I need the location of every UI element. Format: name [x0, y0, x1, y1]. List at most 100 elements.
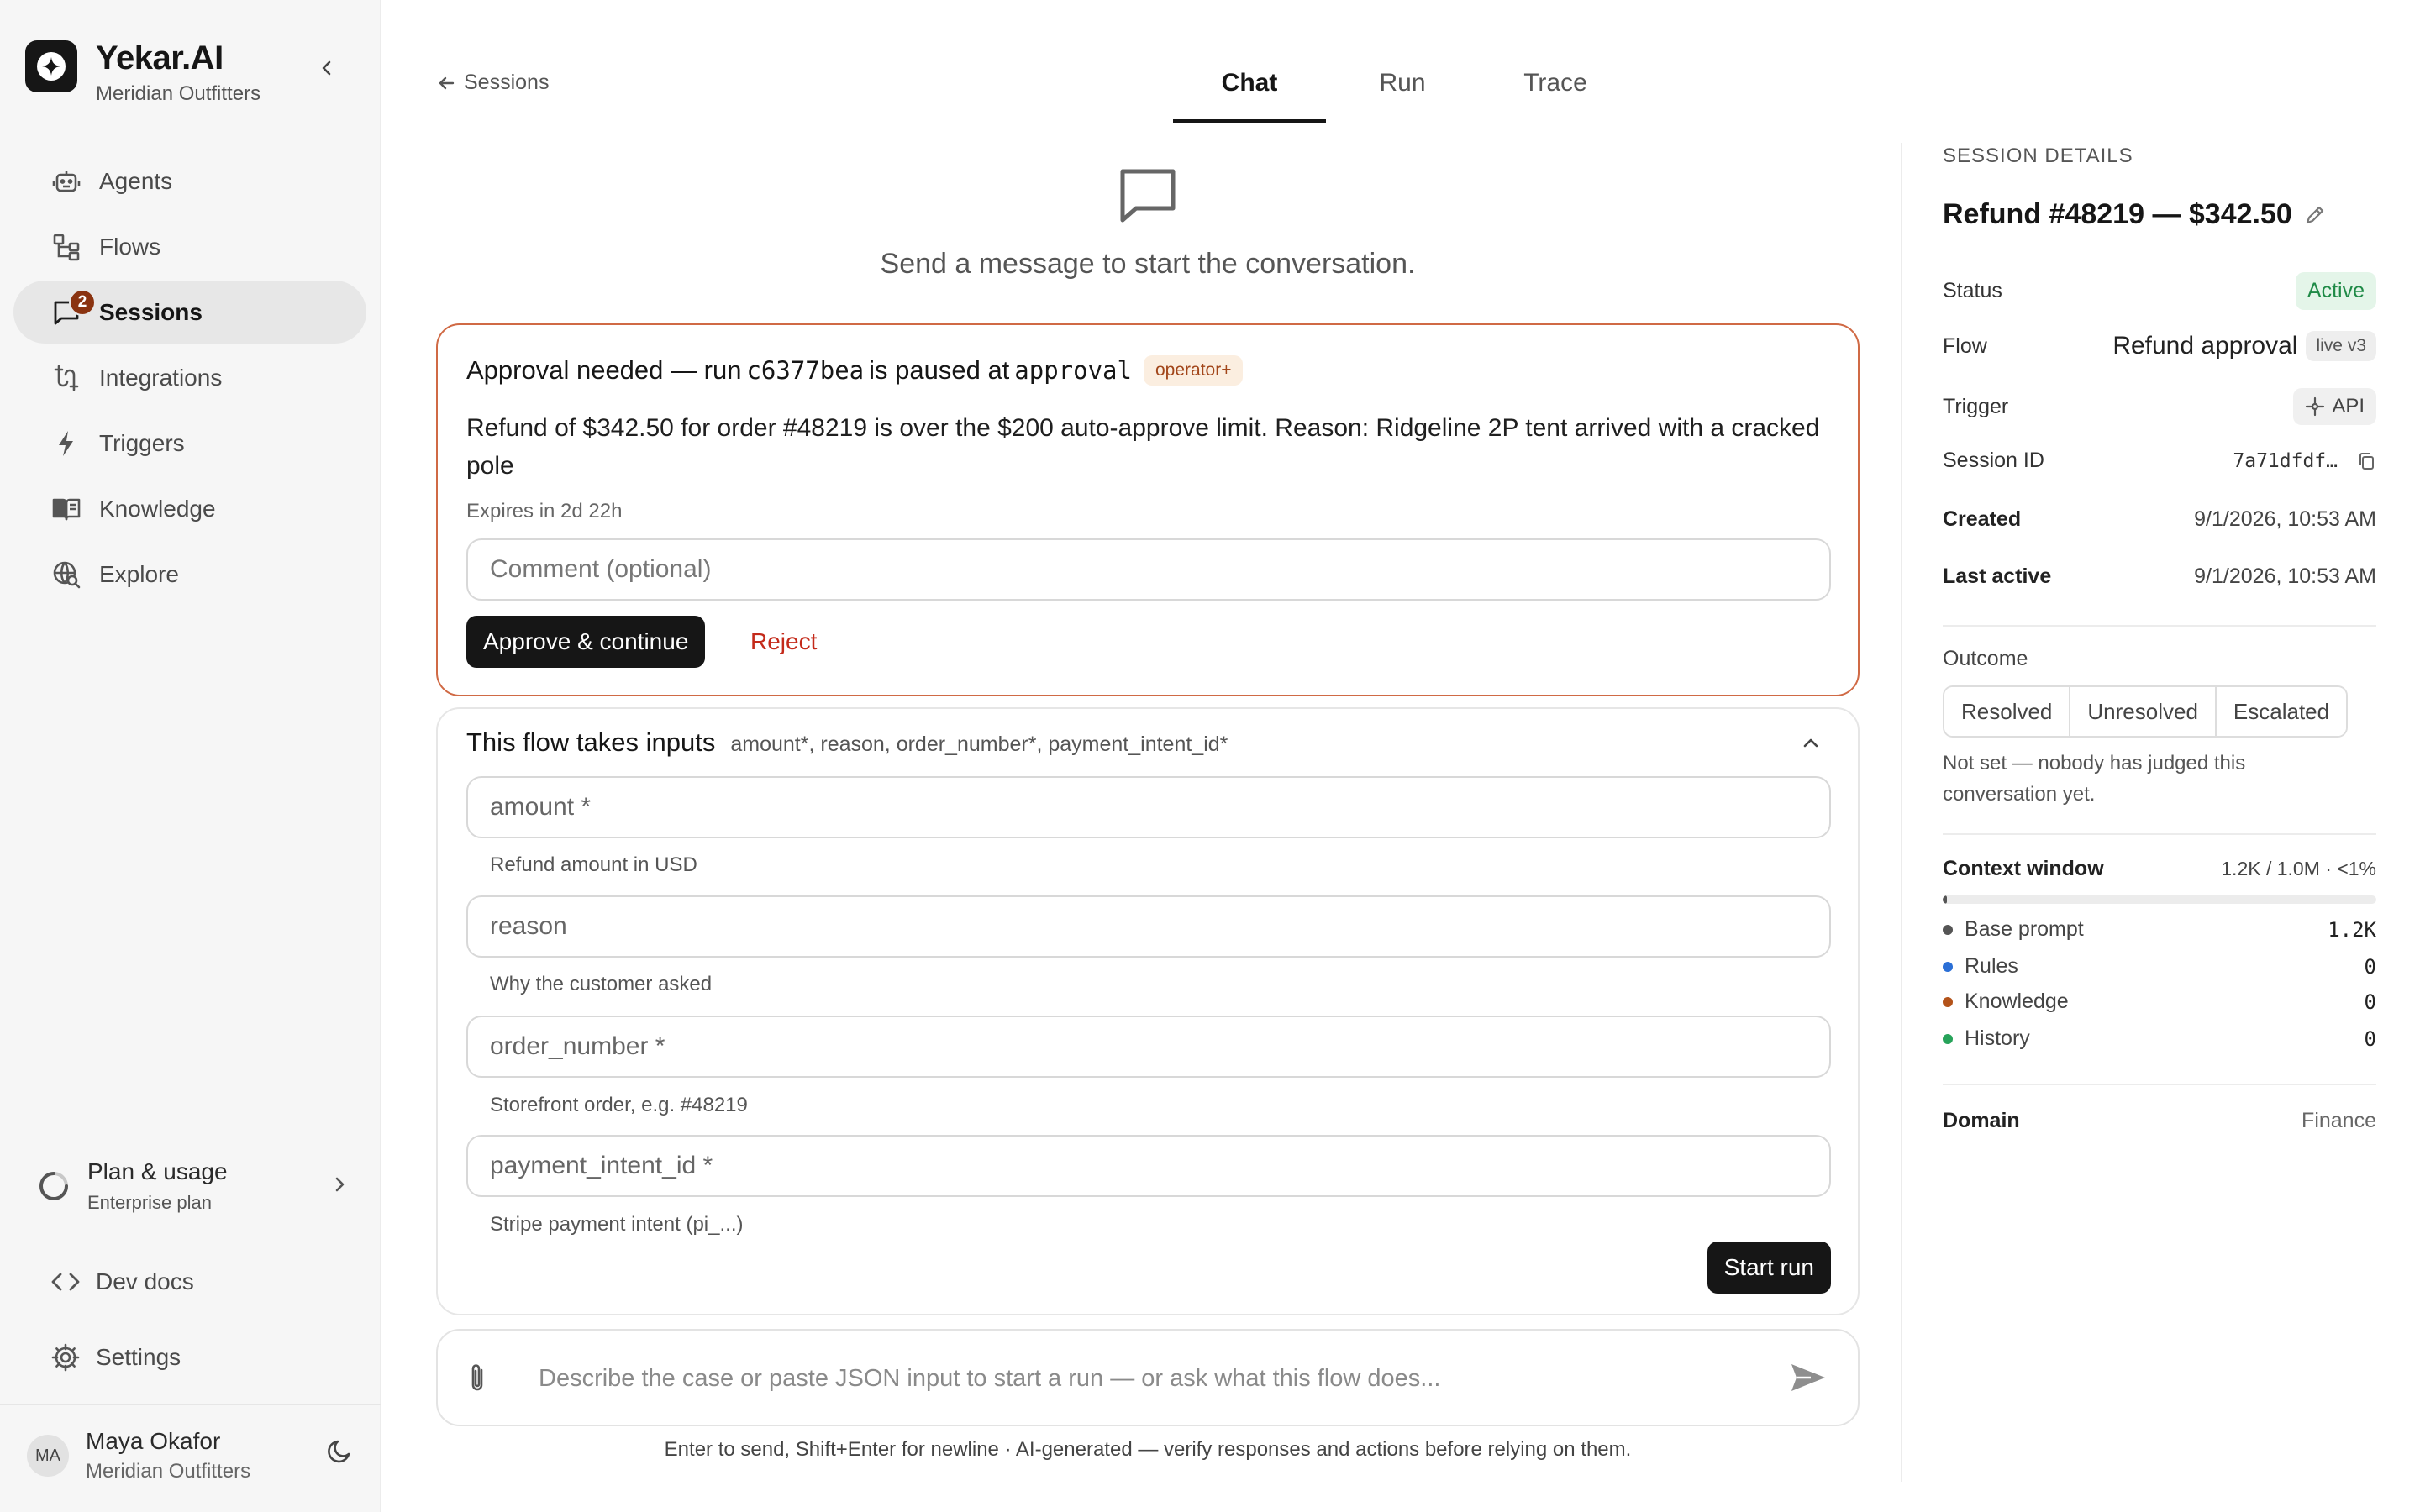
sidebar-item-sessions[interactable]: 2 Sessions [13, 281, 366, 344]
approval-title-mid: is paused at [869, 355, 1010, 385]
flow-name-link[interactable]: Refund approval [2112, 332, 2297, 360]
last-active-label: Last active [1943, 564, 2052, 588]
sidebar-item-explore[interactable]: Explore [13, 543, 366, 606]
role-tag: operator+ [1143, 355, 1244, 386]
inputs-title: This flow takes inputs [466, 727, 716, 757]
chevron-left-icon [322, 60, 331, 76]
settings-label: Settings [96, 1344, 182, 1370]
collapse-sidebar-button[interactable] [313, 54, 341, 82]
comment-input[interactable] [466, 538, 1831, 601]
context-window-usage: 1.2K / 1.0M · <1% [2221, 858, 2376, 879]
inputs-header: This flow takes inputs amount*, reason, … [466, 727, 1228, 758]
tab-trace[interactable]: Trace [1479, 50, 1632, 123]
plan-usage-link[interactable]: Plan & usage Enterprise plan [37, 1152, 348, 1220]
context-item-value: 0 [2364, 954, 2376, 979]
brand-logo [25, 40, 77, 92]
user-name: Maya Okafor [86, 1428, 221, 1454]
sidebar-item-integrations[interactable]: Integrations [13, 346, 366, 409]
outcome-resolved-button[interactable]: Resolved [1944, 687, 2071, 736]
field-hint: Why the customer asked [490, 973, 713, 995]
flow-icon [50, 231, 82, 263]
reject-button[interactable]: Reject [734, 616, 834, 668]
approval-card: Approval needed — run c6377bea is paused… [436, 323, 1860, 696]
sidebar-item-label: Knowledge [99, 495, 216, 522]
api-icon [2306, 396, 2325, 417]
sessions-count-badge: 2 [69, 289, 96, 316]
back-to-sessions-link[interactable]: Sessions [437, 71, 549, 95]
domain-row: Domain Finance [1943, 1109, 2376, 1133]
copy-icon[interactable] [2356, 451, 2376, 471]
globe-search-icon [50, 559, 82, 591]
order-number-field[interactable] [466, 1016, 1831, 1078]
brand-org: Meridian Outfitters [96, 82, 261, 105]
outcome-escalated-button[interactable]: Escalated [2216, 687, 2347, 736]
context-window-bar [1943, 895, 2376, 904]
outcome-selector: Resolved Unresolved Escalated [1943, 685, 2349, 738]
context-item-value: 0 [2364, 1026, 2376, 1051]
legend-dot [1943, 996, 1953, 1007]
plug-icon [50, 362, 82, 394]
user-org: Meridian Outfitters [86, 1460, 251, 1483]
empty-state-text: Send a message to start the conversation… [880, 248, 1416, 280]
sidebar-item-agents[interactable]: Agents [13, 150, 366, 213]
paperclip-icon[interactable] [466, 1362, 488, 1394]
context-item-label: Base prompt [1965, 917, 2084, 941]
approval-title-prefix: Approval needed — run [466, 355, 742, 385]
flow-inputs-panel: This flow takes inputs amount*, reason, … [436, 707, 1860, 1315]
reason-field[interactable] [466, 895, 1831, 958]
view-tabs: Chat Run Trace [1173, 50, 1632, 123]
message-input[interactable] [539, 1349, 1749, 1408]
tab-chat[interactable]: Chat [1173, 50, 1326, 123]
panel-divider [1901, 143, 1902, 1482]
divider [1943, 1084, 2376, 1085]
chevron-up-icon[interactable] [1801, 732, 1821, 753]
legend-dot [1943, 1033, 1953, 1044]
session-title-text: Refund #48219 — $342.50 [1943, 198, 2292, 230]
field-hint: Storefront order, e.g. #48219 [490, 1094, 748, 1116]
sidebar: Yekar.AI Meridian Outfitters Agents Flow… [0, 0, 381, 1512]
outcome-unresolved-button[interactable]: Unresolved [2070, 687, 2217, 736]
send-icon[interactable] [1789, 1361, 1828, 1394]
approve-continue-button[interactable]: Approve & continue [466, 616, 706, 668]
arrow-left-icon [439, 76, 455, 89]
legend-dot [1943, 961, 1953, 972]
sidebar-item-triggers[interactable]: Triggers [13, 412, 366, 475]
created-value: 9/1/2026, 10:53 AM [2194, 507, 2376, 531]
legend-dot [1943, 924, 1953, 935]
inputs-summary: amount*, reason, order_number*, payment_… [730, 732, 1228, 756]
moon-icon[interactable] [326, 1436, 355, 1465]
dev-docs-link[interactable]: Dev docs [50, 1267, 194, 1297]
sidebar-item-label: Flows [99, 233, 161, 260]
last-active-value: 9/1/2026, 10:53 AM [2194, 564, 2376, 588]
sidebar-nav: Agents Flows 2 Sessions Integrations Tri… [13, 150, 366, 608]
start-run-button[interactable]: Start run [1707, 1242, 1831, 1294]
settings-link[interactable]: Settings [50, 1342, 181, 1373]
divider [1943, 833, 2376, 835]
code-icon [51, 1273, 80, 1291]
context-item-rules: Rules 0 [1943, 954, 2376, 979]
book-icon [50, 493, 82, 525]
context-item-history: History 0 [1943, 1026, 2376, 1051]
composer [436, 1329, 1860, 1426]
pencil-icon[interactable] [2304, 204, 2326, 226]
step-name: approval [1014, 356, 1132, 385]
sidebar-item-flows[interactable]: Flows [13, 215, 366, 278]
amount-field[interactable] [466, 776, 1831, 838]
tab-run[interactable]: Run [1326, 50, 1479, 123]
sidebar-item-label: Integrations [99, 364, 223, 391]
field-hint: Refund amount in USD [490, 853, 697, 876]
context-item-knowledge: Knowledge 0 [1943, 990, 2376, 1014]
sidebar-item-knowledge[interactable]: Knowledge [13, 477, 366, 540]
context-item-value: 1.2K [2328, 917, 2376, 942]
empty-state: Send a message to start the conversation… [437, 165, 1859, 281]
plan-title: Plan & usage [87, 1158, 228, 1184]
created-row: Created 9/1/2026, 10:53 AM [1943, 507, 2376, 532]
payment-intent-id-field[interactable] [466, 1135, 1831, 1197]
user-menu[interactable]: MA Maya Okafor Meridian Outfitters [27, 1428, 355, 1483]
context-item-label: History [1965, 1026, 2030, 1050]
flow-row: Flow Refund approval live v3 [1943, 331, 2376, 361]
flow-version-badge: live v3 [2306, 331, 2376, 361]
sidebar-item-label: Triggers [99, 429, 185, 456]
session-details-heading: SESSION DETAILS [1943, 144, 2133, 167]
created-label: Created [1943, 507, 2022, 531]
